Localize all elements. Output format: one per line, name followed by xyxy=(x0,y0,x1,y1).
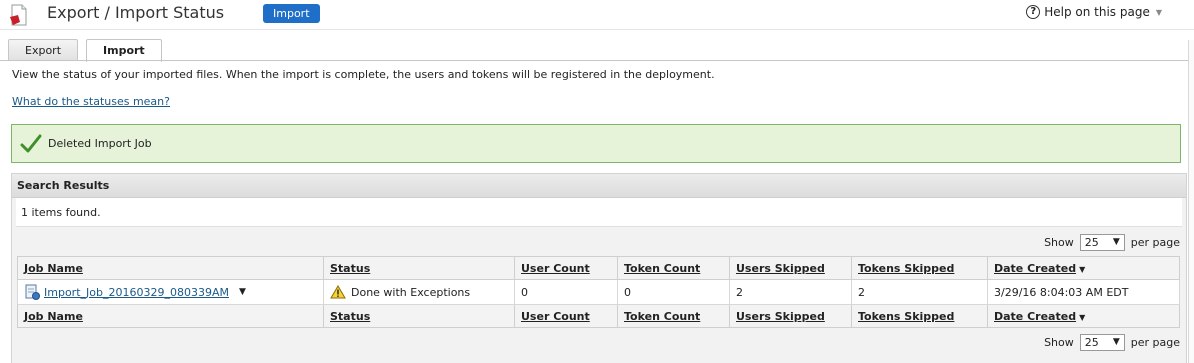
token-count-cell: 0 xyxy=(617,279,730,305)
job-actions-dropdown-icon[interactable]: ▼ xyxy=(239,287,246,297)
status-text: Done with Exceptions xyxy=(351,285,471,299)
table-row: Import_Job_20160329_080339AM ▼ Done with… xyxy=(17,279,1180,305)
chevron-down-icon: ▼ xyxy=(1155,7,1162,17)
date-created-footer-label: Date Created xyxy=(994,309,1077,323)
chevron-down-icon: ▼ xyxy=(1112,337,1120,347)
pagination-bottom: Show 25 ▼ per page xyxy=(1044,330,1186,354)
results-table: Job Name Status User Count Token Count U… xyxy=(17,256,1180,328)
sort-desc-icon: ▼ xyxy=(1079,312,1086,322)
page-scrollbar[interactable] xyxy=(1188,40,1194,363)
search-results-heading: Search Results xyxy=(12,174,1186,198)
column-header-users-skipped[interactable]: Users Skipped xyxy=(729,256,852,280)
document-icon xyxy=(10,4,27,26)
page-title: Export / Import Status xyxy=(47,3,225,22)
users-skipped-cell: 2 xyxy=(729,279,852,305)
column-header-job-name[interactable]: Job Name xyxy=(17,256,324,280)
column-footer-user-count[interactable]: User Count xyxy=(514,304,618,328)
tab-import[interactable]: Import xyxy=(86,39,162,62)
column-footer-job-name[interactable]: Job Name xyxy=(17,304,324,328)
table-footer-row: Job Name Status User Count Token Count U… xyxy=(17,304,1180,328)
per-page-value: 25 xyxy=(1084,235,1099,249)
help-menu[interactable]: ? Help on this page ▼ xyxy=(1026,5,1162,19)
warning-icon xyxy=(330,285,346,299)
column-header-token-count[interactable]: Token Count xyxy=(617,256,730,280)
job-name-cell: Import_Job_20160329_080339AM ▼ xyxy=(17,279,324,305)
tab-export[interactable]: Export xyxy=(8,39,79,61)
header-bar: Export / Import Status Import ? Help on … xyxy=(0,0,1194,30)
pagination-top: Show 25 ▼ per page xyxy=(1044,230,1186,254)
help-label: Help on this page xyxy=(1044,5,1150,19)
status-help-link[interactable]: What do the statuses mean? xyxy=(12,95,170,108)
column-header-user-count[interactable]: User Count xyxy=(514,256,618,280)
status-cell: Done with Exceptions xyxy=(323,279,515,305)
date-created-cell: 3/29/16 8:04:03 AM EDT xyxy=(987,279,1180,305)
user-count-cell: 0 xyxy=(514,279,618,305)
column-header-tokens-skipped[interactable]: Tokens Skipped xyxy=(851,256,988,280)
chevron-down-icon: ▼ xyxy=(1112,237,1120,247)
column-header-date-created[interactable]: Date Created ▼ xyxy=(987,256,1180,280)
results-count: 1 items found. xyxy=(16,198,1182,227)
column-footer-token-count[interactable]: Token Count xyxy=(617,304,730,328)
column-footer-users-skipped[interactable]: Users Skipped xyxy=(729,304,852,328)
sort-desc-icon: ▼ xyxy=(1079,264,1086,274)
tokens-skipped-cell: 2 xyxy=(851,279,988,305)
tab-bar: Export Import xyxy=(8,39,170,62)
column-footer-status[interactable]: Status xyxy=(323,304,515,328)
per-page-select[interactable]: 25 ▼ xyxy=(1079,333,1125,351)
import-job-icon xyxy=(25,284,40,300)
show-label: Show xyxy=(1044,335,1074,349)
tab-divider xyxy=(0,60,1194,61)
date-created-label: Date Created xyxy=(994,261,1077,275)
job-name-link[interactable]: Import_Job_20160329_080339AM xyxy=(44,286,229,299)
table-header-row: Job Name Status User Count Token Count U… xyxy=(17,256,1180,280)
per-page-select[interactable]: 25 ▼ xyxy=(1079,233,1125,251)
help-circle-icon: ? xyxy=(1026,5,1041,19)
per-page-label: per page xyxy=(1130,235,1180,249)
mode-badge[interactable]: Import xyxy=(263,4,320,23)
column-footer-date-created[interactable]: Date Created ▼ xyxy=(987,304,1180,328)
show-label: Show xyxy=(1044,235,1074,249)
checkmark-icon xyxy=(20,134,42,152)
column-header-status[interactable]: Status xyxy=(323,256,515,280)
success-message: Deleted Import Job xyxy=(11,124,1181,163)
per-page-value: 25 xyxy=(1084,335,1099,349)
per-page-label: per page xyxy=(1130,335,1180,349)
page-description: View the status of your imported files. … xyxy=(12,68,715,81)
search-results-panel: Search Results 1 items found. Show 25 ▼ … xyxy=(11,173,1187,363)
column-footer-tokens-skipped[interactable]: Tokens Skipped xyxy=(851,304,988,328)
success-message-text: Deleted Import Job xyxy=(48,137,152,150)
